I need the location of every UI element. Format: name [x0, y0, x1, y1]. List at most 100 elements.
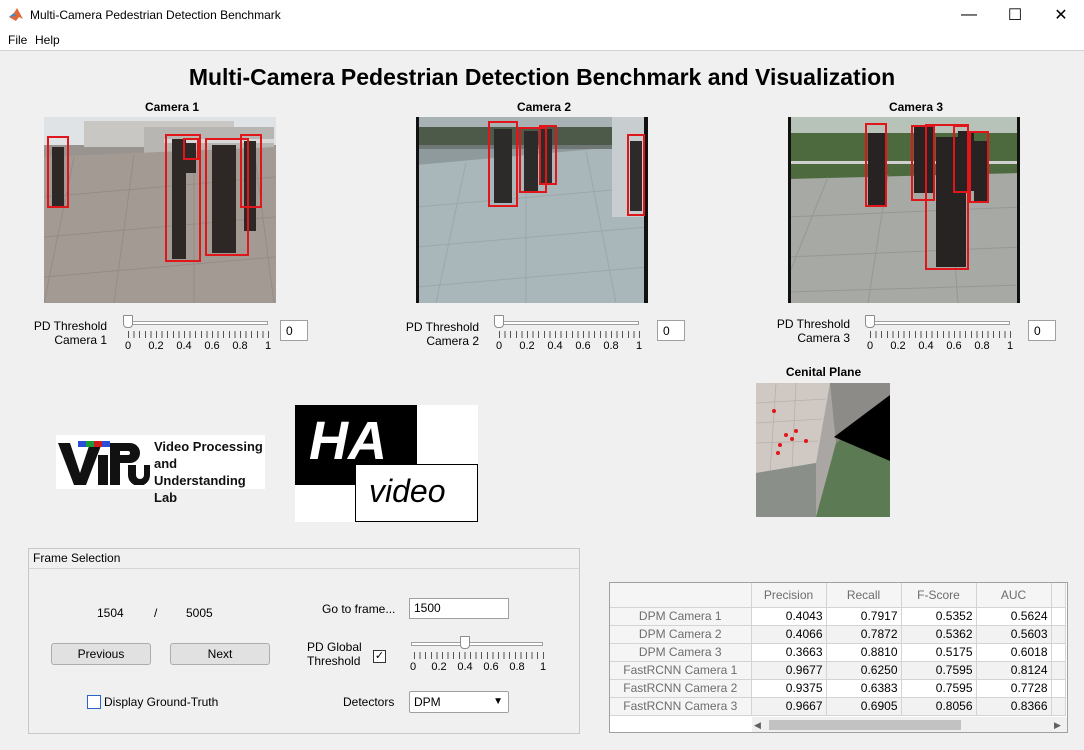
scrollbar-thumb[interactable]: [769, 720, 961, 730]
table-cell[interactable]: 0.6905: [826, 697, 902, 716]
table-cell[interactable]: 0.9375: [751, 679, 827, 698]
detectors-dropdown[interactable]: DPM ▼: [409, 691, 509, 713]
camera-3-threshold-label: PD Threshold Camera 3: [763, 317, 850, 345]
table-cell[interactable]: 0.9667: [751, 697, 827, 716]
row-header: DPM Camera 2: [610, 625, 752, 644]
camera-2-threshold-input[interactable]: 0: [657, 320, 685, 341]
tick-label: 0.2: [148, 340, 164, 352]
table-row[interactable]: DPM Camera 3 0.3663 0.8810 0.5175 0.6018: [610, 643, 1066, 662]
frame-separator: /: [154, 606, 158, 620]
camera-1-threshold-track[interactable]: [124, 321, 268, 325]
column-header-precision[interactable]: Precision: [751, 583, 827, 608]
global-threshold-thumb[interactable]: [460, 636, 471, 649]
table-cell[interactable]: 0.5603: [976, 625, 1052, 644]
table-cell[interactable]: 0.4043: [751, 607, 827, 626]
row-header: FastRCNN Camera 2: [610, 679, 752, 698]
tick-label: 0.4: [918, 340, 934, 352]
tick-label: 0.6: [204, 340, 220, 352]
tick-label: 0.4: [547, 340, 563, 352]
results-table[interactable]: Precision Recall F-Score AUC DPM Camera …: [609, 582, 1068, 733]
cenital-plane-title: Cenital Plane: [785, 365, 862, 379]
global-threshold-tick-labels: 0 0.2 0.4 0.6 0.8 1: [403, 661, 553, 675]
table-cell[interactable]: 0.7595: [901, 661, 977, 680]
scroll-right-icon[interactable]: ▶: [1054, 720, 1061, 731]
table-cell-extra: [1051, 661, 1066, 680]
global-threshold-track[interactable]: [411, 642, 543, 646]
table-cell[interactable]: 0.6018: [976, 643, 1052, 662]
goto-frame-input[interactable]: 1500: [409, 598, 509, 619]
camera-3-title: Camera 3: [888, 100, 944, 114]
table-cell[interactable]: 0.8124: [976, 661, 1052, 680]
camera-1-threshold-thumb[interactable]: [123, 315, 133, 328]
table-cell[interactable]: 0.4066: [751, 625, 827, 644]
close-button[interactable]: ✕: [1038, 0, 1084, 30]
maximize-button[interactable]: ☐: [992, 0, 1038, 30]
table-cell[interactable]: 0.7917: [826, 607, 902, 626]
table-cell[interactable]: 0.5624: [976, 607, 1052, 626]
camera-3-threshold-thumb[interactable]: [865, 315, 875, 328]
camera-1-threshold-input[interactable]: 0: [280, 320, 308, 341]
vpu-lab-logo: Video Processing and Understanding Lab: [56, 435, 265, 505]
camera-1-title: Camera 1: [144, 100, 200, 114]
tick-label: 0.8: [603, 340, 619, 352]
display-ground-truth-checkbox[interactable]: [87, 695, 101, 709]
table-row[interactable]: DPM Camera 2 0.4066 0.7872 0.5362 0.5603: [610, 625, 1066, 644]
table-cell[interactable]: 0.5362: [901, 625, 977, 644]
table-cell[interactable]: 0.9677: [751, 661, 827, 680]
table-cell[interactable]: 0.8810: [826, 643, 902, 662]
next-button[interactable]: Next: [170, 643, 270, 665]
tick-label: 0.4: [176, 340, 192, 352]
tick-label: 0.2: [519, 340, 535, 352]
table-row[interactable]: FastRCNN Camera 1 0.9677 0.6250 0.7595 0.812…: [610, 661, 1066, 680]
frame-selection-title: Frame Selection: [33, 551, 121, 565]
scroll-left-icon[interactable]: ◀: [754, 720, 761, 731]
table-row[interactable]: DPM Camera 1 0.4043 0.7917 0.5352 0.5624: [610, 607, 1066, 626]
table-row[interactable]: FastRCNN Camera 3 0.9667 0.6905 0.8056 0.836…: [610, 697, 1066, 716]
table-cell[interactable]: 0.7595: [901, 679, 977, 698]
global-threshold-checkbox[interactable]: ✓: [373, 650, 386, 663]
goto-frame-label: Go to frame...: [322, 602, 396, 616]
camera-3-threshold-label-line2: Camera 3: [797, 331, 850, 345]
minimize-button[interactable]: —: [946, 0, 992, 30]
column-header-fscore[interactable]: F-Score: [901, 583, 977, 608]
window-title: Multi-Camera Pedestrian Detection Benchm…: [30, 8, 281, 22]
column-header-auc[interactable]: AUC: [976, 583, 1052, 608]
camera-1-tick-labels: 0 0.2 0.4 0.6 0.8 1: [118, 340, 278, 354]
camera-2-threshold-track[interactable]: [495, 321, 639, 325]
table-cell[interactable]: 0.7728: [976, 679, 1052, 698]
table-cell[interactable]: 0.6383: [826, 679, 902, 698]
camera-3-threshold-input[interactable]: 0: [1028, 320, 1056, 341]
menu-file[interactable]: File: [8, 33, 27, 47]
camera-2-threshold-thumb[interactable]: [494, 315, 504, 328]
table-cell[interactable]: 0.5352: [901, 607, 977, 626]
table-cell[interactable]: 0.8056: [901, 697, 977, 716]
global-threshold-label: PD Global Threshold: [307, 640, 362, 668]
table-row[interactable]: FastRCNN Camera 2 0.9375 0.6383 0.7595 0.772…: [610, 679, 1066, 698]
table-cell[interactable]: 0.3663: [751, 643, 827, 662]
vpu-logo-text-line3: Lab: [154, 490, 178, 505]
tick-label: 0: [866, 340, 874, 352]
table-cell[interactable]: 0.7872: [826, 625, 902, 644]
matlab-app-icon: [9, 8, 23, 21]
table-cell[interactable]: 0.5175: [901, 643, 977, 662]
tick-label: 0.6: [946, 340, 962, 352]
column-header-recall[interactable]: Recall: [826, 583, 902, 608]
global-threshold-label-line1: PD Global: [307, 640, 362, 654]
menu-help[interactable]: Help: [35, 33, 60, 47]
panel-divider: [29, 568, 579, 569]
total-frames-number: 5005: [186, 606, 213, 620]
tick-label: 0.6: [483, 661, 499, 673]
camera-3-threshold-track[interactable]: [866, 321, 1010, 325]
table-cell[interactable]: 0.8366: [976, 697, 1052, 716]
table-header-row: Precision Recall F-Score AUC: [610, 583, 1066, 608]
vpu-logo-text-line1: Video Processing: [154, 439, 263, 454]
camera-2-image: [416, 117, 648, 303]
table-horizontal-scrollbar[interactable]: ◀ ▶: [752, 717, 1067, 732]
previous-button[interactable]: Previous: [51, 643, 151, 665]
tick-label: 0.8: [509, 661, 525, 673]
table-cell[interactable]: 0.6250: [826, 661, 902, 680]
camera-3-image: [788, 117, 1020, 303]
camera-1-image: [44, 117, 276, 303]
camera-2-threshold-ticks: [499, 331, 640, 338]
global-threshold-label-line2: Threshold: [307, 654, 361, 668]
